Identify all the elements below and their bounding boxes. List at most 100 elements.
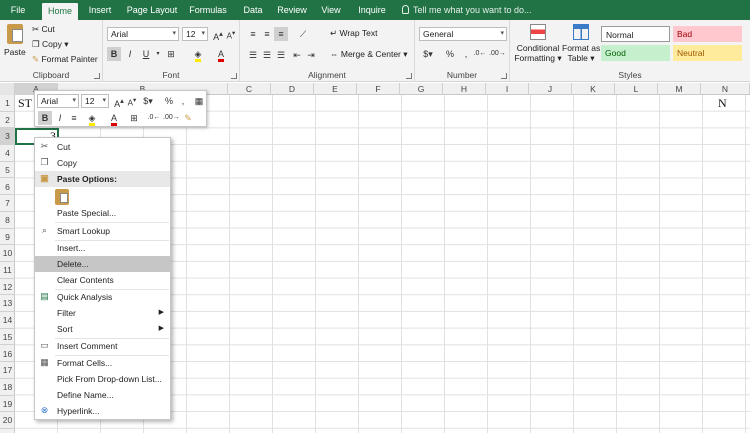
menu-item-copy[interactable]: ❐ Copy	[35, 155, 170, 171]
decrease-font-icon[interactable]: A▾	[224, 27, 238, 41]
menu-item-cut[interactable]: ✂ Cut	[35, 139, 170, 155]
row-header-13[interactable]: 13	[0, 295, 15, 313]
row-header-7[interactable]: 7	[0, 195, 15, 212]
tab-data[interactable]: Data	[238, 0, 268, 20]
font-launcher-icon[interactable]	[231, 73, 237, 79]
decrease-indent-icon[interactable]: ⇤	[290, 48, 304, 62]
row-header-1[interactable]: 1	[0, 95, 15, 112]
row-header-8[interactable]: 8	[0, 212, 15, 229]
row-header-2[interactable]: 2	[0, 112, 15, 129]
mini-decrease-font-icon[interactable]: A▾	[125, 94, 139, 108]
tab-review[interactable]: Review	[274, 0, 310, 20]
mini-font-color-icon[interactable]: A	[107, 111, 121, 126]
mini-format-painter-icon[interactable]: ✎	[181, 111, 195, 125]
column-header-h[interactable]: H	[443, 83, 486, 95]
tab-page-layout[interactable]: Page Layout	[124, 0, 180, 20]
increase-font-icon[interactable]: A▴	[211, 27, 225, 42]
row-header-15[interactable]: 15	[0, 329, 15, 346]
mini-increase-font-icon[interactable]: A▴	[112, 94, 126, 109]
cell-a1[interactable]: ST	[18, 96, 32, 111]
clipboard-launcher-icon[interactable]	[94, 73, 100, 79]
menu-item-sort[interactable]: Sort ▶	[35, 321, 170, 337]
menu-item-insert-comment[interactable]: ▭ Insert Comment	[35, 338, 170, 354]
tab-home[interactable]: Home	[42, 3, 78, 20]
column-header-m[interactable]: M	[658, 83, 701, 95]
row-header-10[interactable]: 10	[0, 245, 15, 262]
borders-icon[interactable]: ⊞	[164, 47, 178, 61]
wrap-text-button[interactable]: ↵ Wrap Text	[330, 28, 377, 39]
decrease-decimal-icon[interactable]: .00→	[489, 47, 506, 61]
column-header-n[interactable]: N	[701, 83, 750, 95]
align-bottom-icon[interactable]: ≡	[274, 27, 288, 41]
menu-item-format-cells[interactable]: ▦ Format Cells...	[35, 355, 170, 371]
mini-decrease-decimal-icon[interactable]: .00→	[163, 111, 180, 125]
mini-bold-icon[interactable]: B	[38, 111, 52, 125]
row-header-12[interactable]: 12	[0, 279, 15, 296]
row-header-9[interactable]: 9	[0, 229, 15, 246]
mini-accounting-icon[interactable]: $▾	[141, 94, 155, 108]
italic-icon[interactable]: I	[123, 47, 137, 61]
bold-icon[interactable]: B	[107, 47, 121, 61]
row-header-16[interactable]: 16	[0, 346, 15, 363]
column-header-f[interactable]: F	[357, 83, 400, 95]
align-middle-icon[interactable]: ≡	[260, 27, 274, 41]
orientation-icon[interactable]: ⟋	[296, 27, 310, 41]
column-header-l[interactable]: L	[615, 83, 658, 95]
align-left-icon[interactable]: ☰	[246, 48, 260, 62]
style-normal[interactable]: Normal	[601, 26, 670, 42]
column-header-j[interactable]: J	[529, 83, 572, 95]
align-top-icon[interactable]: ≡	[246, 27, 260, 41]
row-header-3[interactable]: 3	[0, 128, 15, 146]
font-size-combo[interactable]: 12 ▾	[182, 27, 208, 41]
menu-item-pick-from-list[interactable]: Pick From Drop-down List...	[35, 371, 170, 387]
select-all-corner[interactable]	[0, 83, 15, 95]
mini-fill-color-icon[interactable]: ◈	[85, 111, 99, 126]
paste-button[interactable]: Paste	[3, 22, 27, 62]
align-right-icon[interactable]: ☰	[274, 48, 288, 62]
menu-item-quick-analysis[interactable]: ▤ Quick Analysis	[35, 289, 170, 305]
increase-decimal-icon[interactable]: .0←	[473, 47, 487, 61]
comma-icon[interactable]: ,	[459, 47, 473, 61]
tab-file[interactable]: File	[0, 0, 36, 20]
style-neutral[interactable]: Neutral	[673, 45, 742, 61]
tell-me-box[interactable]: Tell me what you want to do...	[402, 0, 532, 20]
conditional-formatting-button[interactable]: Conditional Formatting ▾	[514, 22, 562, 66]
style-good[interactable]: Good	[601, 45, 670, 61]
row-header-5[interactable]: 5	[0, 162, 15, 179]
row-header-11[interactable]: 11	[0, 262, 15, 279]
menu-item-smart-lookup[interactable]: ⌕ Smart Lookup	[35, 223, 170, 239]
column-header-e[interactable]: E	[314, 83, 357, 95]
percent-icon[interactable]: %	[443, 47, 457, 61]
column-header-g[interactable]: G	[400, 83, 443, 95]
mini-borders-icon[interactable]: ⊞	[127, 111, 141, 125]
fill-color-icon[interactable]: ◈	[191, 47, 205, 62]
column-header-c[interactable]: C	[228, 83, 271, 95]
menu-item-hyperlink[interactable]: ⊗ Hyperlink...	[35, 403, 170, 419]
format-as-table-button[interactable]: Format as Table ▾	[562, 22, 600, 66]
column-header-k[interactable]: K	[572, 83, 615, 95]
menu-item-delete[interactable]: Delete...	[35, 256, 170, 272]
align-center-icon[interactable]: ☰	[260, 48, 274, 62]
font-name-combo[interactable]: Arial ▾	[107, 27, 179, 41]
menu-item-paste-special[interactable]: Paste Special...	[35, 205, 170, 221]
tab-formulas[interactable]: Formulas	[186, 0, 230, 20]
cell-n1[interactable]: N	[718, 96, 727, 111]
row-header-4[interactable]: 4	[0, 145, 15, 162]
row-header-6[interactable]: 6	[0, 179, 15, 196]
number-launcher-icon[interactable]	[501, 73, 507, 79]
menu-item-insert[interactable]: Insert...	[35, 240, 170, 256]
row-header-14[interactable]: 14	[0, 312, 15, 329]
style-bad[interactable]: Bad	[673, 26, 742, 42]
paste-option-button[interactable]	[55, 189, 69, 205]
menu-item-filter[interactable]: Filter ▶	[35, 305, 170, 321]
accounting-icon[interactable]: $▾	[421, 47, 435, 61]
mini-size-combo[interactable]: 12 ▾	[81, 94, 109, 108]
number-format-combo[interactable]: General ▾	[419, 27, 507, 41]
row-header-19[interactable]: 19	[0, 396, 15, 413]
mini-italic-icon[interactable]: I	[53, 111, 67, 125]
mini-font-combo[interactable]: Arial ▾	[37, 94, 79, 108]
font-color-icon[interactable]: A	[214, 47, 228, 62]
mini-table-icon[interactable]: ▦	[192, 94, 206, 108]
mini-percent-icon[interactable]: %	[162, 94, 176, 108]
mini-comma-icon[interactable]: ,	[176, 94, 190, 108]
